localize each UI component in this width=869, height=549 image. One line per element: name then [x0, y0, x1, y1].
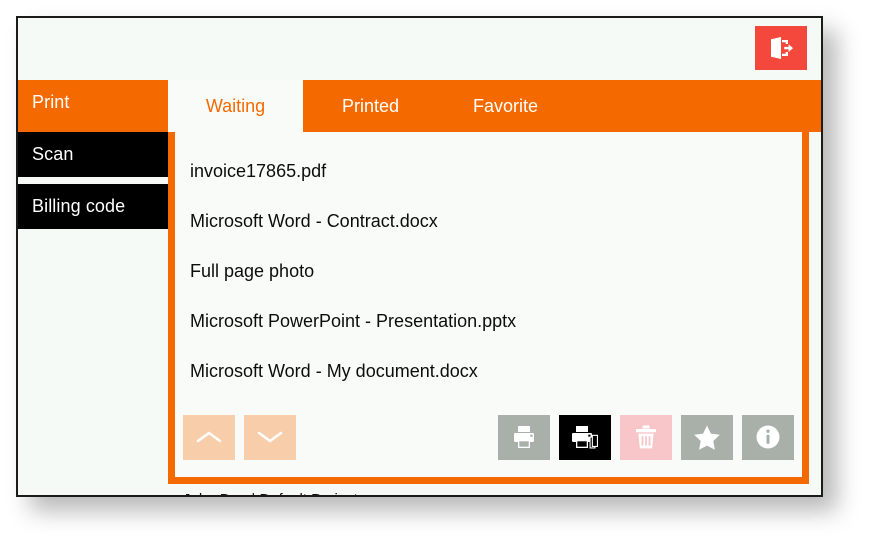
tab-bar: Waiting Printed Favorite [168, 80, 809, 132]
print-button[interactable] [498, 415, 550, 460]
tab-waiting[interactable]: Waiting [168, 80, 303, 132]
app-root: Print Scan Billing code Waiting Printed … [0, 0, 869, 549]
main-panel: Waiting Printed Favorite invoice17865.pd… [168, 80, 809, 484]
sidebar-item-label: Print [32, 92, 70, 113]
list-item[interactable]: Full page photo [183, 246, 802, 296]
chevron-down-icon [256, 429, 284, 445]
print-job-list: invoice17865.pdf Microsoft Word - Contra… [175, 132, 802, 405]
panel-body: invoice17865.pdf Microsoft Word - Contra… [168, 132, 809, 484]
sidebar-item-label: Billing code [32, 196, 125, 217]
job-name: invoice17865.pdf [190, 161, 326, 182]
favorite-button[interactable] [681, 415, 733, 460]
sidebar: Print Scan Billing code [18, 80, 168, 229]
job-name: Microsoft Word - My document.docx [190, 361, 478, 382]
tab-label: Printed [342, 96, 399, 117]
status-footer: John Doe | Default Project [168, 484, 358, 497]
list-item[interactable]: Microsoft Word - Contract.docx [183, 196, 802, 246]
logout-button[interactable] [755, 26, 807, 70]
trash-icon [633, 423, 659, 451]
job-name: Microsoft Word - Contract.docx [190, 211, 438, 232]
delete-button[interactable] [620, 415, 672, 460]
star-icon [693, 424, 721, 451]
device-window: Print Scan Billing code Waiting Printed … [16, 16, 823, 497]
scroll-up-button[interactable] [183, 415, 235, 460]
logout-exit-door-icon [768, 35, 794, 61]
tab-label: Favorite [473, 96, 538, 117]
user-project-status: John Doe | Default Project [183, 491, 358, 498]
list-item[interactable]: invoice17865.pdf [183, 146, 802, 196]
job-name: Full page photo [190, 261, 314, 282]
job-actions [498, 415, 794, 460]
printer-copy-icon [570, 423, 600, 451]
sidebar-item-label: Scan [32, 144, 73, 165]
scroll-down-button[interactable] [244, 415, 296, 460]
action-toolbar [175, 405, 802, 477]
scroll-controls [183, 415, 296, 460]
info-button[interactable] [742, 415, 794, 460]
job-name: Microsoft PowerPoint - Presentation.pptx [190, 311, 516, 332]
sidebar-item-scan[interactable]: Scan [18, 132, 168, 177]
sidebar-item-print[interactable]: Print [18, 80, 168, 125]
list-item[interactable]: Microsoft PowerPoint - Presentation.pptx [183, 296, 802, 346]
printer-icon [510, 423, 538, 451]
sidebar-item-billing-code[interactable]: Billing code [18, 184, 168, 229]
tab-label: Waiting [206, 96, 265, 117]
top-bar [18, 18, 821, 80]
print-and-keep-button[interactable] [559, 415, 611, 460]
tab-printed[interactable]: Printed [303, 80, 438, 132]
list-item[interactable]: Microsoft Word - My document.docx [183, 346, 802, 396]
info-icon [754, 423, 782, 451]
tab-favorite[interactable]: Favorite [438, 80, 573, 132]
chevron-up-icon [195, 429, 223, 445]
